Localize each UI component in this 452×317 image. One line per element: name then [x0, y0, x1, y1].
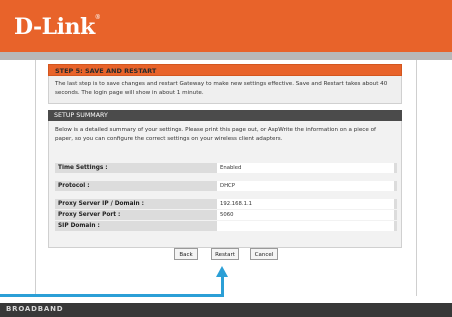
row-label: Proxy Server IP / Domain :: [58, 201, 144, 207]
footer-brand-text: BROADBAND: [6, 305, 64, 313]
row-value: DHCP: [217, 181, 394, 191]
summary-title: SETUP SUMMARY: [48, 110, 402, 121]
top-header: D-Link®: [0, 0, 452, 52]
pointer-arrow-head-icon: [216, 266, 228, 277]
dlink-logo: D-Link®: [14, 14, 101, 40]
summary-panel: Below is a detailed summary of your sett…: [48, 121, 402, 248]
summary-description: Below is a detailed summary of your sett…: [55, 127, 376, 142]
row-label: SIP Domain :: [58, 223, 100, 229]
pointer-arrow-vertical: [221, 277, 224, 297]
header-subbar: [0, 52, 452, 60]
row-label: Protocol :: [58, 183, 90, 189]
row-value: [217, 221, 394, 231]
summary-row-proxy-server-ip: Proxy Server IP / Domain : 192.168.1.1: [55, 199, 397, 209]
summary-row-time-settings: Time Settings : Enabled: [55, 163, 397, 173]
logo-text: D-Link: [14, 14, 95, 40]
summary-row-protocol: Protocol : DHCP: [55, 181, 397, 191]
back-button[interactable]: Back: [174, 248, 198, 260]
restart-button[interactable]: Restart: [211, 248, 239, 260]
row-label: Proxy Server Port :: [58, 212, 121, 218]
summary-row-proxy-server-port: Proxy Server Port : 5060: [55, 210, 397, 220]
row-label: Time Settings :: [58, 165, 108, 171]
action-buttons: Back Restart Cancel: [48, 248, 402, 264]
row-value: 192.168.1.1: [217, 199, 394, 209]
step-description: The last step is to save changes and res…: [48, 76, 402, 104]
cancel-button[interactable]: Cancel: [250, 248, 278, 260]
step-title: STEP 5: SAVE AND RESTART: [48, 64, 402, 76]
footer-bar: BROADBAND: [0, 303, 452, 317]
pointer-arrow-horizontal: [0, 294, 224, 297]
row-value: Enabled: [217, 163, 394, 173]
row-value: 5060: [217, 210, 394, 220]
summary-row-sip-domain: SIP Domain :: [55, 221, 397, 231]
trademark-mark: ®: [94, 14, 101, 21]
